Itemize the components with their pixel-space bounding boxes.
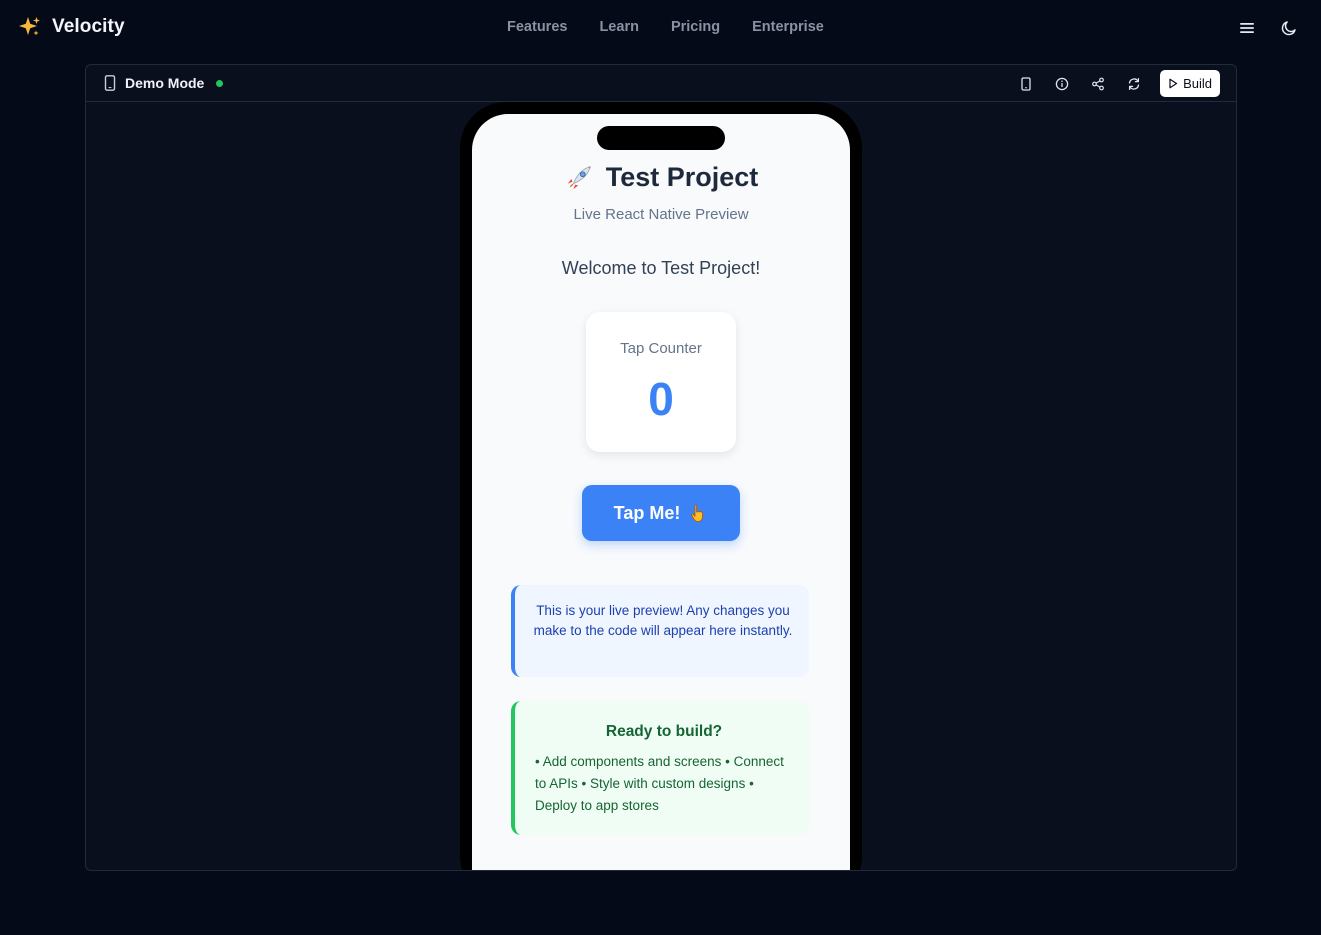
phone-frame: Test Project Live React Native Preview W… [460, 102, 862, 870]
demo-mode-label: Demo Mode [125, 75, 205, 91]
top-nav: Velocity Features Learn Pricing Enterpri… [0, 0, 1321, 56]
play-icon [1169, 78, 1178, 89]
ready-title: Ready to build? [605, 723, 723, 740]
live-preview-text: This is your live preview! Any changes y… [533, 603, 793, 638]
info-icon[interactable] [1052, 74, 1072, 94]
demo-mode-indicator: Demo Mode [103, 75, 224, 91]
app-title: Test Project [472, 162, 850, 193]
brand-name: Velocity [52, 16, 125, 37]
phone-icon [104, 75, 116, 91]
live-preview-note: This is your live preview! Any changes y… [511, 585, 809, 677]
nav-link-features[interactable]: Features [507, 19, 567, 35]
brand[interactable]: Velocity [18, 15, 125, 39]
preview-tools: Build [1016, 70, 1220, 97]
welcome-text: Welcome to Test Project! [561, 258, 761, 278]
nav-right [1237, 18, 1299, 38]
counter-card: Tap Counter 0 [586, 312, 736, 452]
app-title-text: Test Project [605, 162, 759, 192]
preview-panel: Demo Mode Build Test Project Live React … [85, 64, 1237, 871]
device-icon[interactable] [1016, 74, 1036, 94]
build-button[interactable]: Build [1160, 70, 1220, 97]
pointing-hand-icon [691, 504, 704, 522]
app-subtitle: Live React Native Preview [573, 206, 749, 223]
tap-me-label: Tap Me! [613, 502, 681, 523]
moon-icon[interactable] [1279, 18, 1299, 38]
rocket-icon [567, 165, 591, 189]
nav-link-pricing[interactable]: Pricing [671, 19, 720, 35]
status-dot [216, 79, 224, 87]
counter-label: Tap Counter [620, 340, 702, 357]
ready-text: • Add components and screens • Connect t… [535, 754, 784, 813]
build-button-label: Build [1183, 76, 1212, 91]
menu-icon[interactable] [1237, 18, 1257, 38]
counter-value: 0 [648, 373, 674, 425]
nav-links: Features Learn Pricing Enterprise [507, 19, 824, 35]
sparkles-icon [19, 17, 40, 36]
nav-link-learn[interactable]: Learn [599, 19, 639, 35]
preview-toolbar: Demo Mode Build [86, 65, 1236, 102]
share-icon[interactable] [1088, 74, 1108, 94]
dynamic-island [597, 126, 725, 150]
tap-me-button[interactable]: Tap Me! [582, 485, 740, 541]
ready-to-build-card: Ready to build? • Add components and scr… [511, 701, 809, 835]
refresh-icon[interactable] [1124, 74, 1144, 94]
phone-screen: Test Project Live React Native Preview W… [472, 114, 850, 870]
nav-link-enterprise[interactable]: Enterprise [752, 19, 824, 35]
